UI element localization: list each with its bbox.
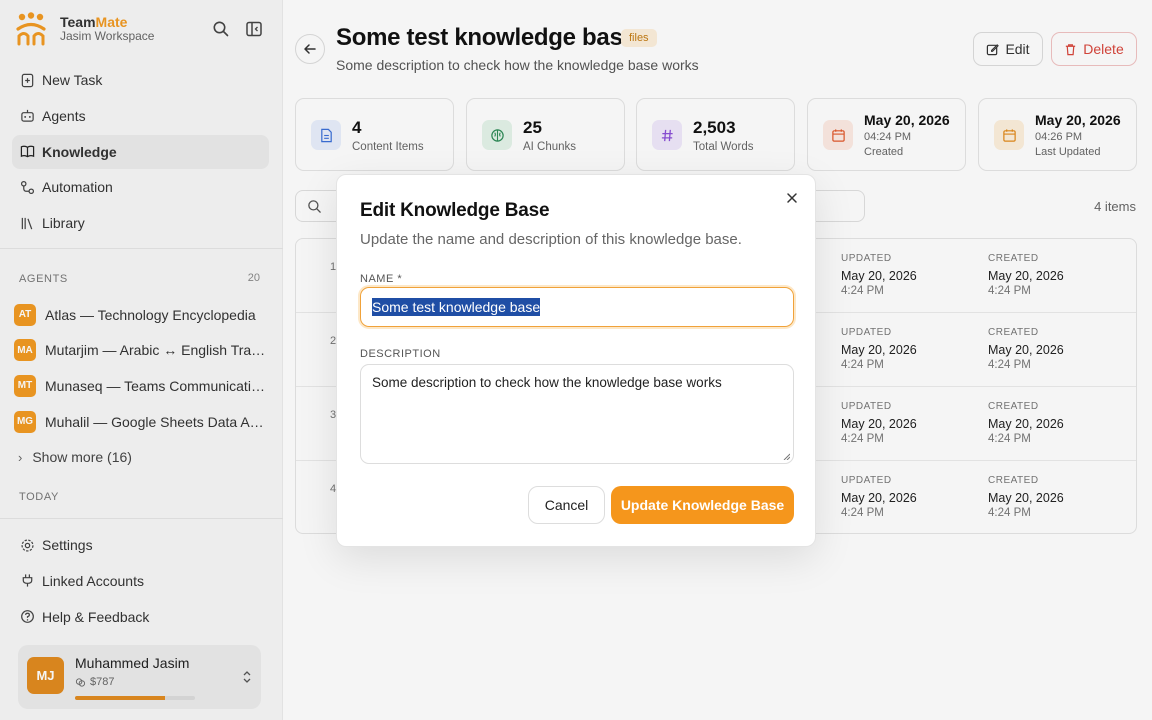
close-icon[interactable] [785,191,799,205]
description-value: Some description to check how the knowle… [372,375,722,390]
update-knowledge-base-button[interactable]: Update Knowledge Base [611,486,794,524]
edit-knowledge-base-dialog: Edit Knowledge Base Update the name and … [336,174,816,547]
cancel-button[interactable]: Cancel [528,486,605,524]
name-input-value: Some test knowledge base [372,298,541,316]
dialog-title: Edit Knowledge Base [360,200,550,221]
dialog-subtitle: Update the name and description of this … [360,231,742,248]
description-textarea[interactable]: Some description to check how the knowle… [360,364,794,464]
resize-handle-icon[interactable] [783,453,790,460]
name-input[interactable]: Some test knowledge base [360,287,794,327]
name-label: NAME * [360,273,403,285]
description-label: DESCRIPTION [360,348,441,360]
